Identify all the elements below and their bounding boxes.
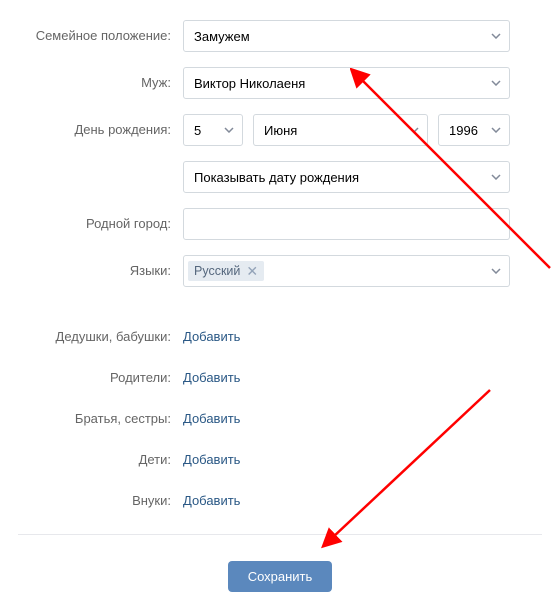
birthday-month-select[interactable]: Июня — [253, 114, 428, 146]
birthday-visibility-value: Показывать дату рождения — [194, 170, 359, 185]
chevron-down-icon — [491, 268, 501, 274]
marital-status-select[interactable]: Замужем — [183, 20, 510, 52]
label-languages: Языки: — [0, 255, 183, 278]
add-grandparents-link[interactable]: Добавить — [183, 329, 240, 344]
spouse-value: Виктор Николаеня — [194, 76, 305, 91]
add-siblings-link[interactable]: Добавить — [183, 411, 240, 426]
footer: Сохранить — [18, 534, 542, 601]
birthday-day-select[interactable]: 5 — [183, 114, 243, 146]
birthday-day-value: 5 — [194, 123, 201, 138]
label-grandparents: Дедушки, бабушки: — [0, 329, 183, 344]
birthday-year-select[interactable]: 1996 — [438, 114, 510, 146]
hometown-input[interactable] — [183, 208, 510, 240]
label-hometown: Родной город: — [0, 208, 183, 231]
chevron-down-icon — [224, 127, 234, 133]
label-children: Дети: — [0, 452, 183, 467]
add-parents-link[interactable]: Добавить — [183, 370, 240, 385]
languages-input[interactable]: Русский ✕ — [183, 255, 510, 287]
remove-tag-icon[interactable]: ✕ — [246, 264, 258, 278]
chevron-down-icon — [491, 33, 501, 39]
chevron-down-icon — [491, 127, 501, 133]
birthday-year-value: 1996 — [449, 123, 478, 138]
language-tag-label: Русский — [194, 264, 240, 278]
birthday-visibility-select[interactable]: Показывать дату рождения — [183, 161, 510, 193]
birthday-month-value: Июня — [264, 123, 297, 138]
add-grandchildren-link[interactable]: Добавить — [183, 493, 240, 508]
label-siblings: Братья, сестры: — [0, 411, 183, 426]
label-grandchildren: Внуки: — [0, 493, 183, 508]
label-parents: Родители: — [0, 370, 183, 385]
label-spouse: Муж: — [0, 67, 183, 90]
chevron-down-icon — [491, 174, 501, 180]
label-spacer — [0, 161, 183, 169]
chevron-down-icon — [409, 127, 419, 133]
label-birthday: День рождения: — [0, 114, 183, 137]
profile-edit-form: Семейное положение: Замужем Муж: Виктор … — [0, 0, 560, 601]
language-tag: Русский ✕ — [188, 261, 264, 281]
add-children-link[interactable]: Добавить — [183, 452, 240, 467]
chevron-down-icon — [491, 80, 501, 86]
marital-status-value: Замужем — [194, 29, 250, 44]
save-button[interactable]: Сохранить — [228, 561, 333, 592]
label-marital: Семейное положение: — [0, 20, 183, 43]
spouse-select[interactable]: Виктор Николаеня — [183, 67, 510, 99]
